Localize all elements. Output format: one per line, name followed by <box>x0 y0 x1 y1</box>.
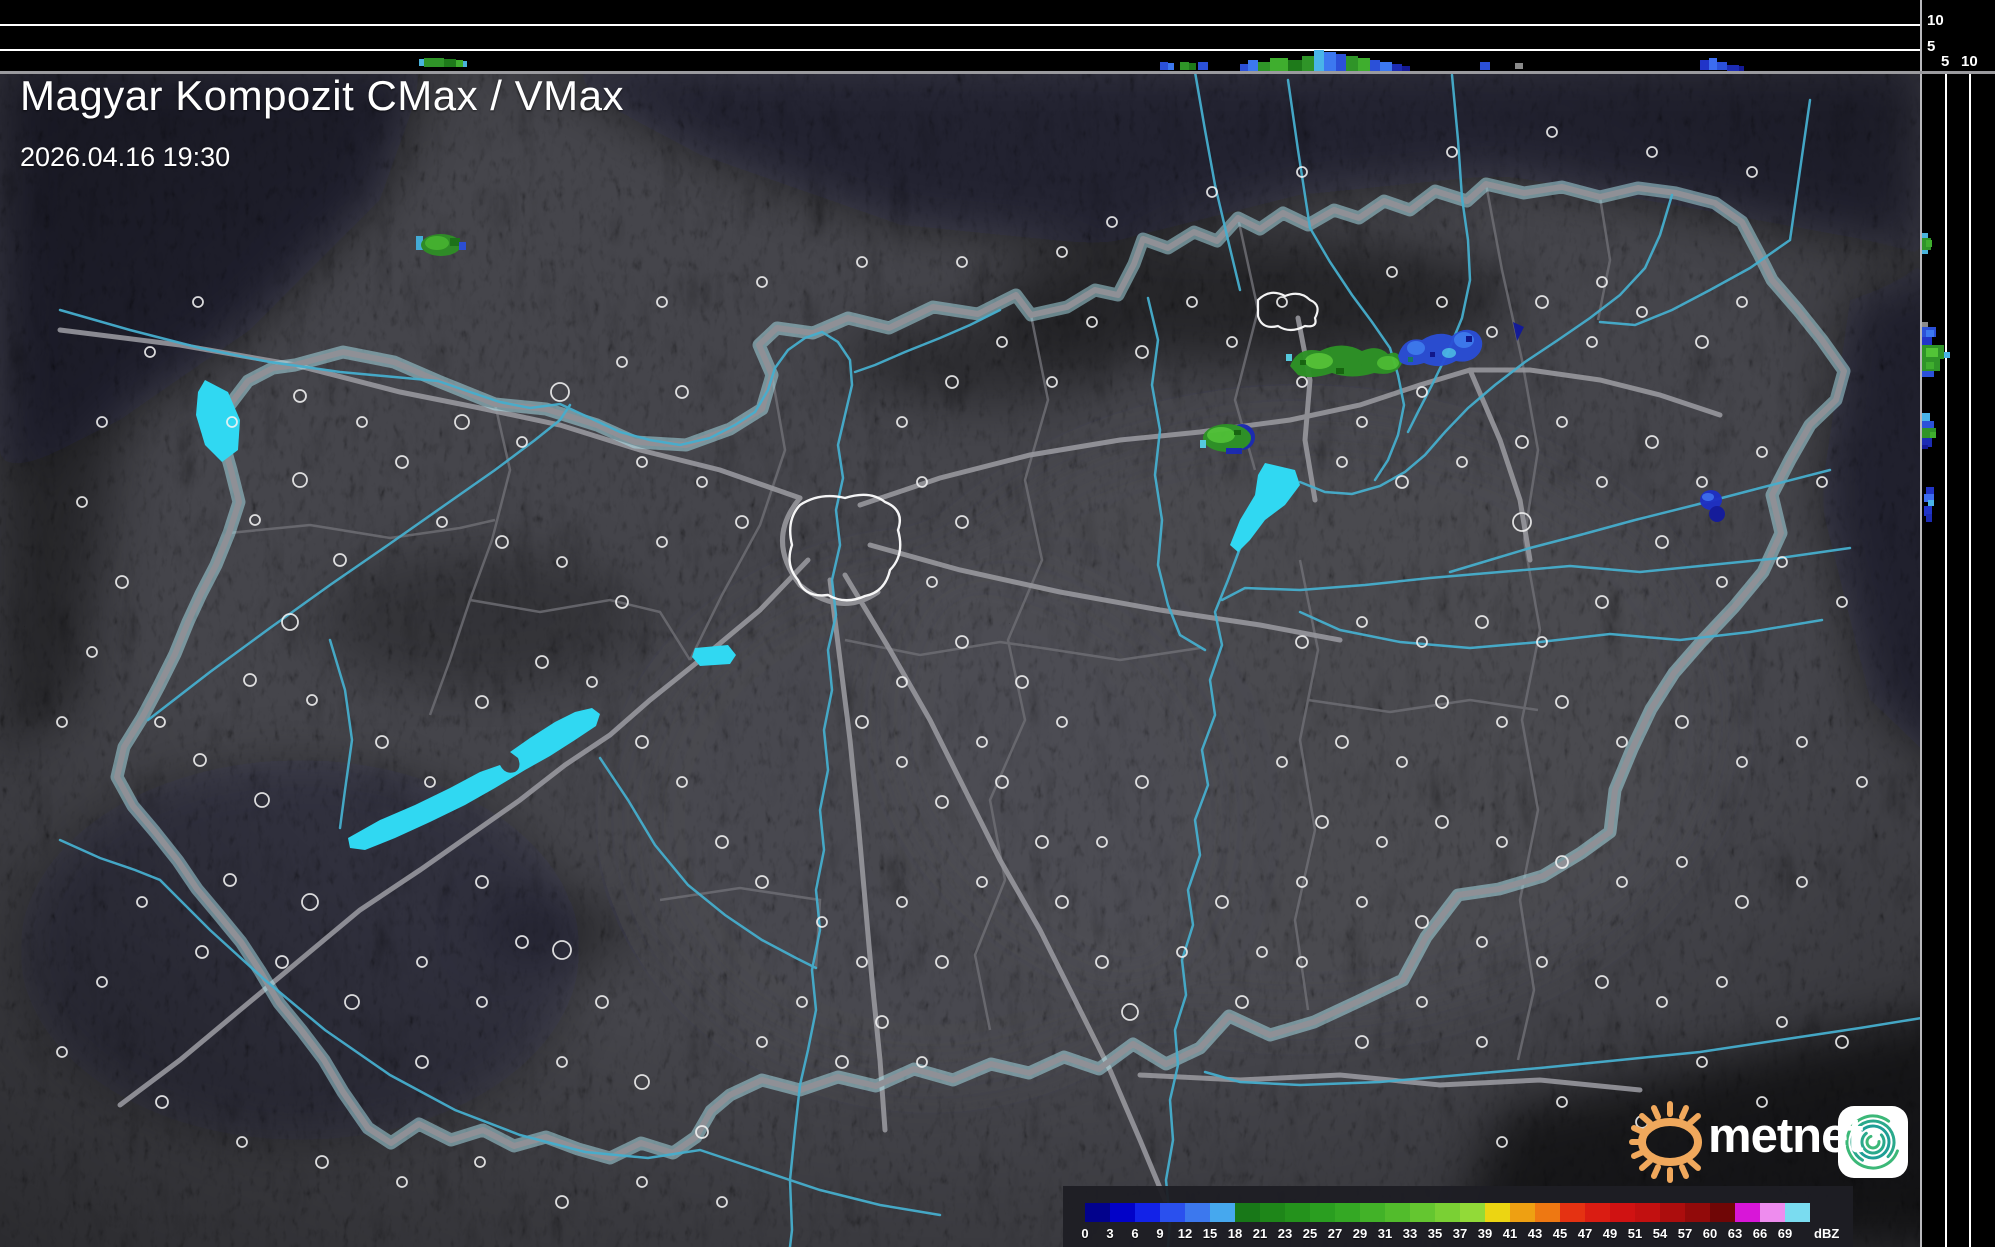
legend-segment <box>1310 1203 1335 1222</box>
legend-segment <box>1435 1203 1460 1222</box>
radar-echo <box>1377 356 1399 370</box>
legend-segment <box>1710 1203 1735 1222</box>
radar-echo <box>450 238 460 246</box>
legend-segment <box>1235 1203 1260 1222</box>
legend-tick-label: 25 <box>1302 1226 1318 1241</box>
legend-segment <box>1385 1203 1410 1222</box>
legend-segment <box>1785 1203 1810 1222</box>
radar-echo <box>1466 336 1472 342</box>
legend-segment <box>1635 1203 1660 1222</box>
legend-segment <box>1510 1203 1535 1222</box>
legend-segment <box>1260 1203 1285 1222</box>
legend-tick-label: 12 <box>1177 1226 1193 1241</box>
legend-tick-label: 49 <box>1602 1226 1618 1241</box>
legend-segment <box>1360 1203 1385 1222</box>
sun-icon <box>1629 1101 1702 1183</box>
radar-echo <box>1336 368 1344 374</box>
right-profile-strip <box>1922 0 1995 1247</box>
legend-segment <box>1460 1203 1485 1222</box>
legend-tick-label: 69 <box>1777 1226 1793 1241</box>
top-profile-5km-line <box>0 49 1920 51</box>
legend-segment <box>1285 1203 1310 1222</box>
radar-echo <box>1407 341 1425 355</box>
right-profile-5km-line <box>1945 72 1947 1247</box>
radar-echo <box>1442 348 1456 358</box>
legend-segment <box>1110 1203 1135 1222</box>
legend-tick-label: 35 <box>1427 1226 1443 1241</box>
radar-echo <box>459 242 466 250</box>
legend-tick-label: 54 <box>1652 1226 1668 1241</box>
radar-echo <box>1408 357 1413 362</box>
radar-echo <box>1430 352 1435 357</box>
right-axis-label-10: 10 <box>1961 53 1978 70</box>
radar-echo <box>1702 493 1714 501</box>
dbz-legend: dBZ 0 3 6 9 12 15 18 21 23 25 27 29 31 33 35 37 39 41 43 45… <box>1063 1186 1853 1247</box>
radar-echo <box>1234 430 1241 435</box>
top-axis-label-5: 5 <box>1927 38 1936 55</box>
legend-segment <box>1560 1203 1585 1222</box>
legend-tick-label: 45 <box>1552 1226 1568 1241</box>
legend-segment <box>1585 1203 1610 1222</box>
legend-tick-label: 29 <box>1352 1226 1368 1241</box>
legend-tick-label: 63 <box>1727 1226 1743 1241</box>
radar-echo <box>1207 427 1235 443</box>
legend-segment <box>1735 1203 1760 1222</box>
top-axis-label-10: 10 <box>1927 12 1944 29</box>
legend-tick-label: 0 <box>1081 1226 1089 1241</box>
logo-text: metnet <box>1708 1109 1864 1163</box>
legend-segment <box>1185 1203 1210 1222</box>
legend-tick-label: 37 <box>1452 1226 1468 1241</box>
radar-map-canvas <box>0 0 1995 1247</box>
radar-echo <box>425 236 449 250</box>
radar-echo <box>1300 360 1306 365</box>
legend-tick-label: 33 <box>1402 1226 1418 1241</box>
radar-app-window: 10 5 5 10 Magyar Kompozit CMax / VMax 20… <box>0 0 1995 1247</box>
legend-tick-label: 31 <box>1377 1226 1393 1241</box>
map-right-divider <box>1920 0 1922 1247</box>
legend-tick-label: 15 <box>1202 1226 1218 1241</box>
legend-segment <box>1135 1203 1160 1222</box>
legend-tick-label: 51 <box>1627 1226 1643 1241</box>
legend-segment <box>1535 1203 1560 1222</box>
radar-echo <box>1709 506 1725 522</box>
right-axis-label-5: 5 <box>1941 53 1950 70</box>
legend-segment <box>1210 1203 1235 1222</box>
radar-echo <box>1305 353 1333 369</box>
right-profile-10km-line <box>1969 72 1971 1247</box>
legend-segment <box>1610 1203 1635 1222</box>
legend-tick-label: 6 <box>1131 1226 1139 1241</box>
top-profile-strip <box>0 0 1920 72</box>
legend-segment <box>1410 1203 1435 1222</box>
top-profile-10km-line <box>0 24 1920 26</box>
legend-tick-label: 39 <box>1477 1226 1493 1241</box>
legend-tick-label: 21 <box>1252 1226 1268 1241</box>
legend-segment <box>1485 1203 1510 1222</box>
dbz-unit-label: dBZ <box>1814 1226 1840 1241</box>
legend-tick-label: 23 <box>1277 1226 1293 1241</box>
radar-echo <box>1200 440 1206 448</box>
legend-segment <box>1160 1203 1185 1222</box>
lake-velence <box>692 645 736 666</box>
legend-tick-label: 9 <box>1156 1226 1164 1241</box>
page-title: Magyar Kompozit CMax / VMax <box>20 72 625 119</box>
legend-segment <box>1085 1203 1110 1222</box>
radar-echo <box>1226 448 1242 454</box>
legend-segment <box>1685 1203 1710 1222</box>
legend-tick-label: 27 <box>1327 1226 1343 1241</box>
legend-tick-label: 3 <box>1106 1226 1114 1241</box>
metnet-logo: metnet <box>1620 1090 1920 1190</box>
timestamp: 2026.04.16 19:30 <box>20 142 231 172</box>
radar-echo <box>1286 354 1292 361</box>
legend-tick-label: 18 <box>1227 1226 1243 1241</box>
legend-tick-label: 47 <box>1577 1226 1593 1241</box>
legend-segment <box>1660 1203 1685 1222</box>
legend-tick-label: 41 <box>1502 1226 1518 1241</box>
legend-tick-label: 60 <box>1702 1226 1718 1241</box>
legend-segment <box>1335 1203 1360 1222</box>
legend-tick-label: 66 <box>1752 1226 1768 1241</box>
legend-tick-label: 57 <box>1677 1226 1693 1241</box>
legend-tick-label: 43 <box>1527 1226 1543 1241</box>
legend-segment <box>1760 1203 1785 1222</box>
